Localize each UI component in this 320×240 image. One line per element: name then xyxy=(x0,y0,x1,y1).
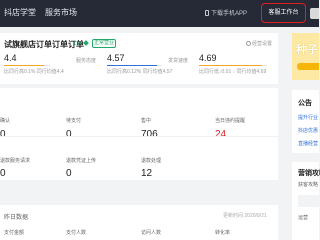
divider xyxy=(0,136,278,137)
download-app-link[interactable]: 下载手机APP xyxy=(205,8,247,17)
promo-banner[interactable]: 种子 xyxy=(292,33,319,80)
metric-value: 4.4 xyxy=(4,53,17,63)
marketing-title: 营销攻略 xyxy=(298,170,320,177)
stat-value[interactable]: 706 xyxy=(141,129,158,140)
data-label: 访问人数 xyxy=(141,230,162,236)
stat-value[interactable]: 0 xyxy=(66,129,72,140)
order-stats-card: 确认 0 待支付 0 售中 706 当日违约提醒 24 退款服务请求 0 退款凭… xyxy=(0,88,278,180)
promo-button[interactable] xyxy=(297,63,319,70)
marketing-item[interactable]: 获客攻略 xyxy=(298,181,318,188)
phone-icon xyxy=(205,10,209,16)
level-diamond-icon xyxy=(82,40,89,46)
metric-sub: 比同行高0.12% 同行均值4.57 xyxy=(107,69,173,75)
stat-label: 当日违约提醒 xyxy=(215,118,246,124)
stat-value[interactable]: 24 xyxy=(215,129,226,140)
update-time: 更新时间 2020/9/21 xyxy=(223,213,267,219)
stat-label: 确认 xyxy=(0,118,11,124)
marketing-item[interactable]: 运营 xyxy=(298,214,308,221)
gear-icon xyxy=(246,41,251,46)
metric-bar xyxy=(4,65,50,66)
shop-score-card: 试旗舰店订单订单订单 LV4 正常营业 经营设置 4.4 比同行高0.1% 同行… xyxy=(0,33,278,84)
metric-value: 4.57 xyxy=(107,53,125,63)
data-label: 支付金额 xyxy=(4,230,25,236)
metric-label: 服务态度 xyxy=(76,58,97,64)
metric-bar-fill xyxy=(199,65,263,66)
section-title: 昨日数据 xyxy=(4,215,29,221)
stat-value[interactable]: 0 xyxy=(66,168,72,179)
metric-bar xyxy=(199,65,267,66)
stat-value[interactable]: 12 xyxy=(141,168,152,179)
stat-value[interactable]: 0 xyxy=(0,168,6,179)
metric-value: 4.69 xyxy=(199,53,217,63)
metric-bar xyxy=(107,65,162,66)
metric-sub: 比同行低↓0.01 ↓ 同行均值4.69 xyxy=(199,69,267,75)
nav-academy[interactable]: 抖店学堂 xyxy=(4,7,36,18)
settings-link[interactable]: 经营设置 xyxy=(246,40,272,47)
notice-panel: 公告 提升行业 抖店优惠 直播经营 xyxy=(292,90,319,153)
status-badge: 正常营业 xyxy=(92,39,116,48)
shop-level: LV4 xyxy=(74,40,89,47)
stat-label: 退款服务请求 xyxy=(0,158,31,164)
avatar[interactable] xyxy=(310,8,319,19)
marketing-panel: 营销攻略 获客攻略 运营 xyxy=(292,162,320,240)
shop-level-label: LV4 xyxy=(74,41,83,47)
metric-bar-fill xyxy=(4,65,45,66)
nav-service-market[interactable]: 服务市场 xyxy=(45,7,77,18)
notice-item[interactable]: 抖店优惠 xyxy=(298,127,318,134)
metric-label: 发货速度 xyxy=(168,58,189,64)
stat-label: 退款凭证上传 xyxy=(66,158,97,164)
metric-sub: 比同行高0.1% 同行均值4.4 xyxy=(4,69,64,75)
marketing-thumbnail[interactable] xyxy=(298,195,319,207)
metric-bar-fill xyxy=(107,65,158,66)
notice-item[interactable]: 提升行业 xyxy=(298,114,318,121)
top-navigation-bar: 抖店学堂 服务市场 下载手机APP 客服工作台 xyxy=(0,0,319,27)
shop-name: 试旗舰店订单订单订单 xyxy=(4,40,84,49)
promo-text: 种子 xyxy=(296,44,318,56)
data-label: 转化率 xyxy=(215,230,231,236)
stat-label: 售中 xyxy=(141,118,152,124)
stat-label: 退款处理 xyxy=(141,158,162,164)
notice-title: 公告 xyxy=(298,100,312,107)
notice-item[interactable]: 直播经营 xyxy=(298,140,318,147)
settings-label: 经营设置 xyxy=(252,41,273,47)
stat-label: 待支付 xyxy=(66,118,82,124)
download-app-label: 下载手机APP xyxy=(211,11,248,17)
data-label: 支付人数 xyxy=(66,230,87,236)
stat-value[interactable]: 0 xyxy=(0,129,6,140)
customer-service-button[interactable]: 客服工作台 xyxy=(261,3,306,23)
yesterday-data-card: 昨日数据 更新时间 2020/9/21 支付金额 支付人数 访问人数 转化率 xyxy=(0,205,278,240)
